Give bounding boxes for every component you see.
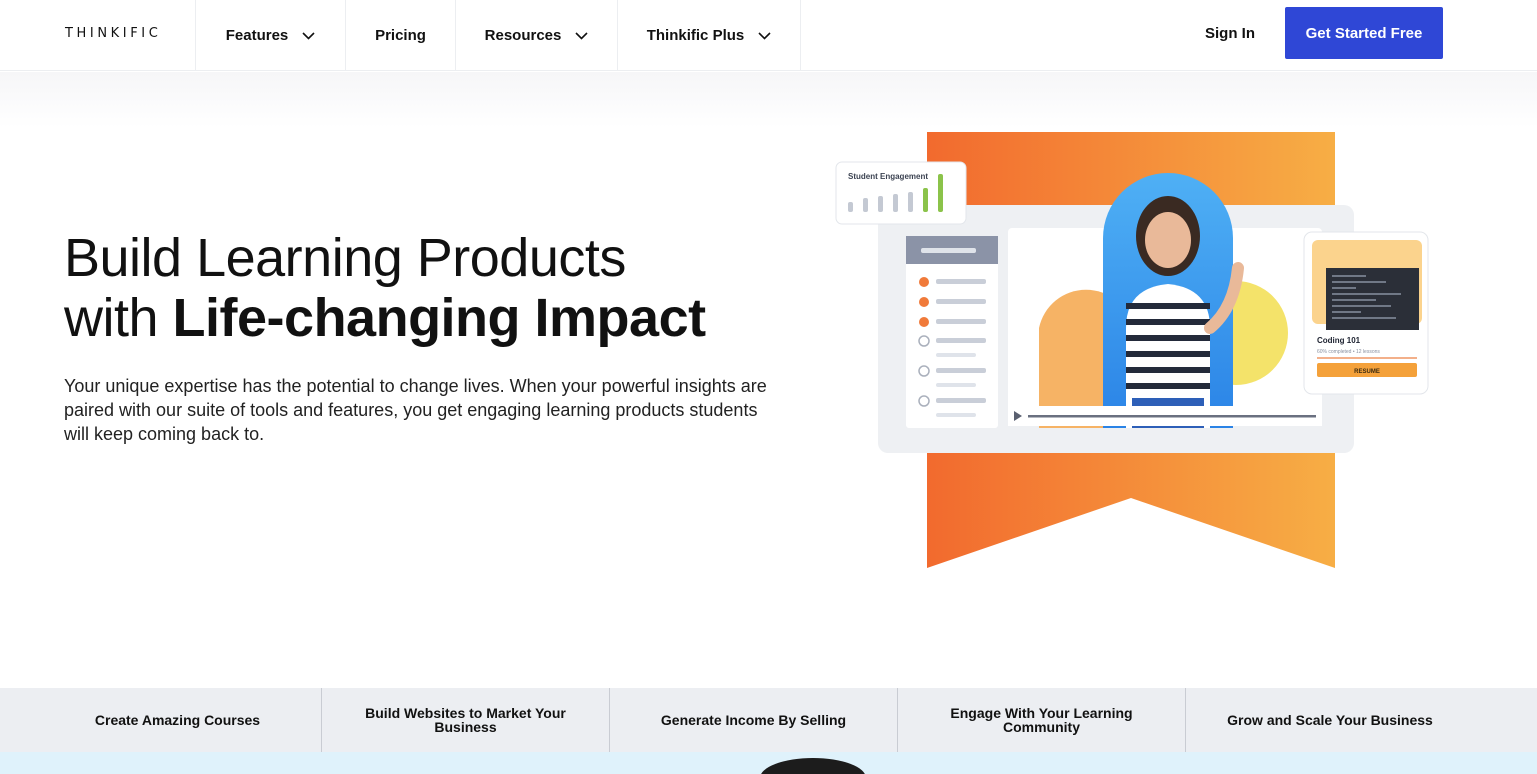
nav-thinkific-plus[interactable]: Thinkific Plus [617,0,801,71]
hero-subtitle: Your unique expertise has the potential … [64,376,767,444]
hero-title-line2: with Life-changing Impact [64,288,706,348]
chevron-down-icon [575,31,588,40]
thinkific-logo[interactable]: THINKIFIC [65,26,161,41]
nav-features[interactable]: Features [195,0,345,71]
header-shadow-band [0,72,1537,128]
nav-thinkific-plus-label: Thinkific Plus [646,27,745,44]
hero-illustration: Student Engagement Coding 101 60% comple… [835,132,1429,568]
course-title: Coding 101 [1317,336,1361,345]
hero-title: Build Learning Products with Life-changi… [64,228,706,348]
hero-title-line1: Build Learning Products [64,228,626,288]
nav-pricing[interactable]: Pricing [345,0,455,71]
hero-title-light: with [64,288,159,348]
tab-engage-community[interactable]: Engage With Your Learning Community [898,688,1186,752]
main-nav: Features Pricing Resources Thinkific Plu… [195,0,801,71]
nav-pricing-label: Pricing [375,27,426,44]
get-started-button[interactable]: Get Started Free [1285,7,1443,59]
tab-create-courses[interactable]: Create Amazing Courses [34,688,322,752]
nav-resources-label: Resources [484,27,562,44]
chevron-down-icon [302,31,315,40]
chevron-down-icon [758,31,771,40]
nav-resources[interactable]: Resources [455,0,617,71]
tab-generate-income[interactable]: Generate Income By Selling [610,688,898,752]
course-progress: 60% completed • 12 lessons [1317,349,1380,355]
resume-label: RESUME [1354,369,1380,375]
video-progress-bar [1028,415,1316,418]
tab-build-websites[interactable]: Build Websites to Market Your Business [322,688,610,752]
feature-tabs: Create Amazing Courses Build Websites to… [0,688,1537,752]
sign-in-link[interactable]: Sign In [1190,7,1270,59]
tab-grow-business[interactable]: Grow and Scale Your Business [1186,688,1474,752]
site-header: THINKIFIC Features Pricing Resources Thi… [0,0,1537,71]
hero-title-bold: Life-changing Impact [172,288,707,348]
engagement-label: Student Engagement [848,172,928,181]
nav-features-label: Features [225,27,289,44]
